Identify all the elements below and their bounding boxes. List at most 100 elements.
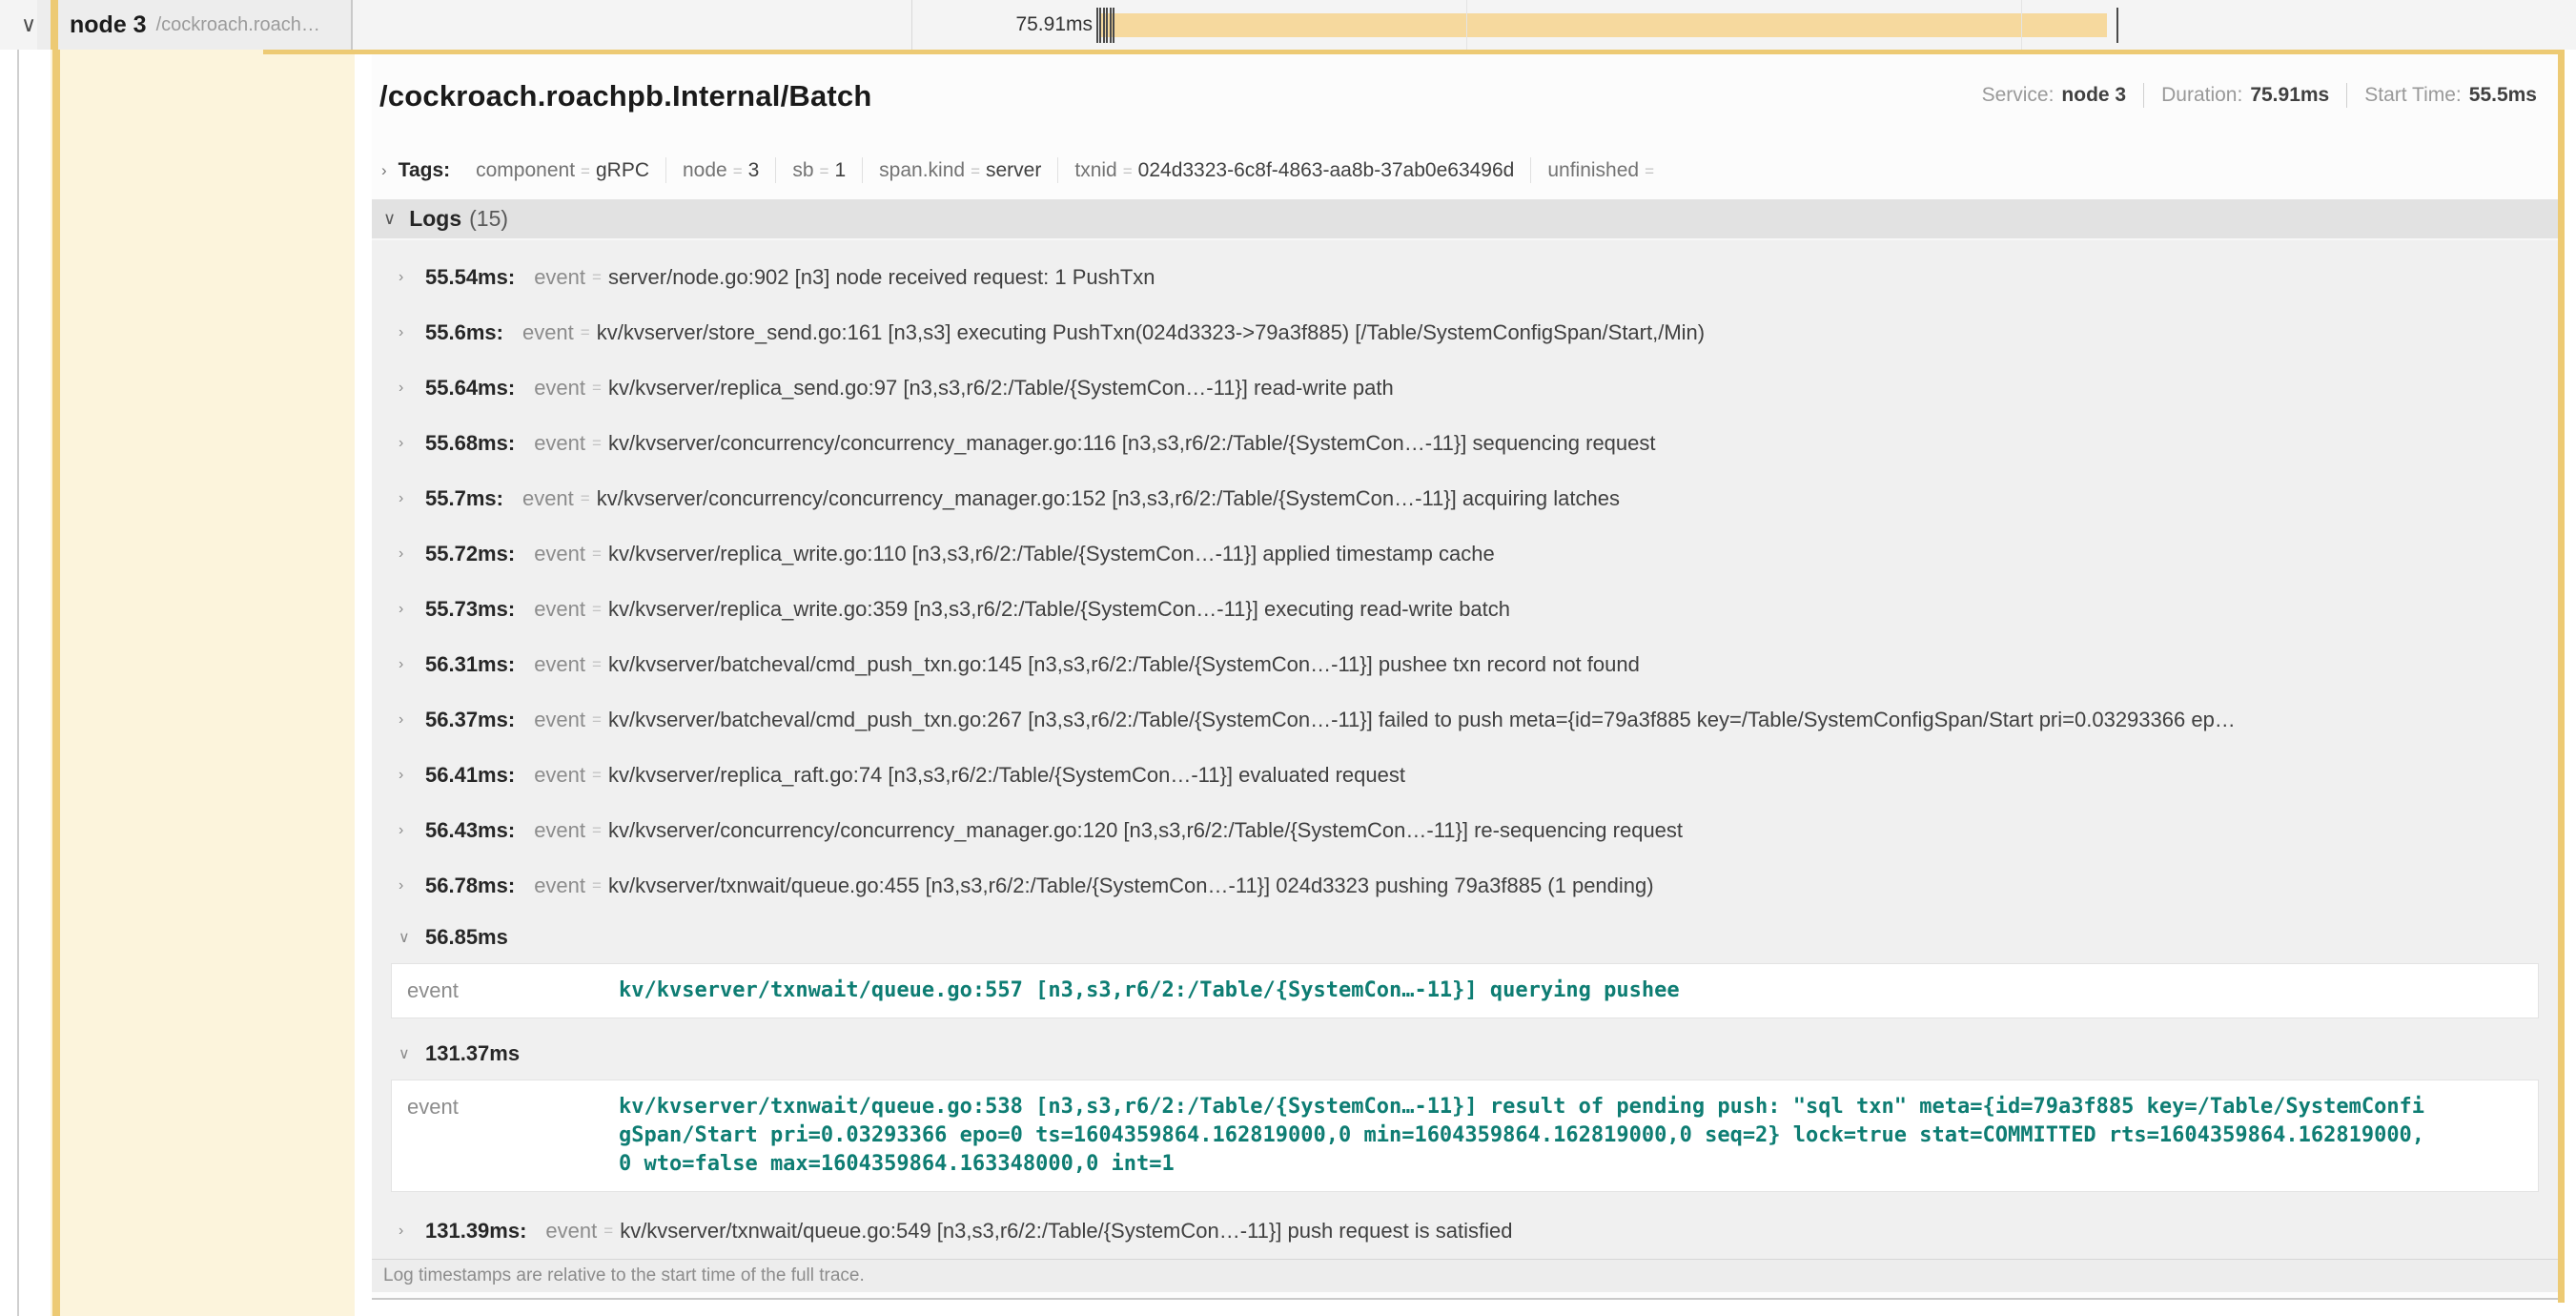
meta-label: Start Time: <box>2364 84 2462 107</box>
span-color-accent <box>51 0 58 50</box>
log-equals: = <box>592 545 602 564</box>
tag-equals: = <box>820 162 829 180</box>
tag-key: txnid <box>1074 159 1116 181</box>
chevron-right-icon[interactable]: › <box>399 435 416 452</box>
log-timestamp: 55.72ms: <box>425 542 515 566</box>
log-timestamp: 56.31ms: <box>425 652 515 677</box>
tag-item[interactable]: txnid=024d3323-6c8f-4863-aa8b-37ab0e6349… <box>1057 157 1530 183</box>
log-field-value: kv/kvserver/txnwait/queue.go:549 [n3,s3,… <box>620 1219 1512 1244</box>
log-entry-row[interactable]: ›55.6ms:event=kv/kvserver/store_send.go:… <box>372 305 2558 360</box>
log-timestamp: 56.41ms: <box>425 763 515 788</box>
log-timestamp: 55.7ms: <box>425 486 503 511</box>
log-entry-row[interactable]: ›55.68ms:event=kv/kvserver/concurrency/c… <box>372 416 2558 471</box>
log-entry-row[interactable]: ›55.7ms:event=kv/kvserver/concurrency/co… <box>372 471 2558 526</box>
log-field-value: kv/kvserver/txnwait/queue.go:455 [n3,s3,… <box>608 874 1654 898</box>
chevron-down-icon[interactable]: ∨ <box>21 0 36 50</box>
log-entry-row[interactable]: ›55.72ms:event=kv/kvserver/replica_write… <box>372 526 2558 582</box>
chevron-right-icon[interactable]: › <box>399 767 416 784</box>
log-field-key: event <box>534 874 585 898</box>
chevron-right-icon[interactable]: › <box>399 656 416 673</box>
chevron-right-icon[interactable]: › <box>399 601 416 618</box>
log-entry-row[interactable]: ›56.78ms:event=kv/kvserver/txnwait/queue… <box>372 858 2558 914</box>
log-timestamp: 55.73ms: <box>425 597 515 622</box>
span-color-accent <box>52 50 60 1316</box>
log-field-key: event <box>534 376 585 401</box>
log-timestamp: 131.39ms: <box>425 1219 526 1244</box>
log-timestamp: 131.37ms <box>425 1041 520 1066</box>
log-entry-header[interactable]: ∨ 56.85ms <box>372 914 2558 961</box>
log-field-value: kv/kvserver/concurrency/concurrency_mana… <box>608 818 1683 843</box>
span-timeline[interactable]: 75.91ms <box>911 0 2576 50</box>
span-detail-header: /cockroach.roachpb.Internal/Batch Servic… <box>372 54 2558 140</box>
log-field-key: event <box>522 486 574 511</box>
log-field-key: event <box>522 320 574 345</box>
log-entry-row[interactable]: ›56.41ms:event=kv/kvserver/replica_raft.… <box>372 748 2558 803</box>
chevron-right-icon[interactable]: › <box>381 161 387 180</box>
log-field-value: kv/kvserver/batcheval/cmd_push_txn.go:26… <box>608 708 2236 732</box>
chevron-right-icon[interactable]: › <box>399 1223 416 1240</box>
log-field-key: event <box>534 818 585 843</box>
log-keyvalue-table: eventkv/kvserver/txnwait/queue.go:538 [n… <box>391 1080 2539 1192</box>
log-equals: = <box>592 655 602 674</box>
meta-label: Service: <box>1982 84 2055 107</box>
chevron-down-icon[interactable]: ∨ <box>383 209 396 229</box>
tag-key: span.kind <box>879 159 965 181</box>
tag-key: component <box>476 159 575 181</box>
log-equals: = <box>581 489 590 508</box>
log-entry-row[interactable]: ›55.54ms:event=server/node.go:902 [n3] n… <box>372 250 2558 305</box>
tag-equals: = <box>733 162 743 180</box>
tag-equals: = <box>1123 162 1133 180</box>
meta-value: node 3 <box>2061 84 2126 107</box>
chevron-right-icon[interactable]: › <box>399 324 416 341</box>
meta-label: Duration: <box>2161 84 2242 107</box>
log-timestamp: 55.64ms: <box>425 376 515 401</box>
timeline-gridline <box>2021 0 2022 50</box>
span-detail-panel: /cockroach.roachpb.Internal/Batch Servic… <box>372 54 2558 1300</box>
tag-key: node <box>683 159 727 181</box>
log-field-value: kv/kvserver/concurrency/concurrency_mana… <box>608 431 1656 456</box>
detail-panel-right-border <box>2558 50 2565 1303</box>
tag-item[interactable]: component=gRPC <box>460 157 665 183</box>
log-field-key: event <box>392 1093 619 1121</box>
tag-value: 3 <box>748 159 760 181</box>
logs-section-header[interactable]: ∨ Logs (15) <box>372 199 2558 240</box>
log-entry-row[interactable]: ›55.73ms:event=kv/kvserver/replica_write… <box>372 582 2558 637</box>
log-entry-row[interactable]: ›131.39ms:event=kv/kvserver/txnwait/queu… <box>372 1203 2558 1259</box>
chevron-right-icon[interactable]: › <box>399 545 416 563</box>
tag-item[interactable]: node = 3 <box>665 157 775 183</box>
log-event-tick <box>1099 8 1101 43</box>
chevron-right-icon[interactable]: › <box>399 877 416 894</box>
span-name-tab[interactable]: node 3 /cockroach.roach… <box>37 0 353 50</box>
span-row[interactable]: ∨ node 3 /cockroach.roach… 75.91ms <box>0 0 2576 50</box>
log-field-value: kv/kvserver/replica_write.go:359 [n3,s3,… <box>608 597 1510 622</box>
meta-separator <box>2346 83 2347 108</box>
log-field-key: event <box>534 652 585 677</box>
log-timestamp: 56.78ms: <box>425 874 515 898</box>
chevron-right-icon[interactable]: › <box>399 380 416 397</box>
chevron-down-icon[interactable]: ∨ <box>399 928 416 947</box>
log-entry-row[interactable]: ›56.37ms:event=kv/kvserver/batcheval/cmd… <box>372 692 2558 748</box>
log-timestamp: 56.85ms <box>425 925 508 950</box>
span-duration-bar[interactable] <box>1099 13 2106 37</box>
log-timestamp: 55.54ms: <box>425 265 515 290</box>
chevron-right-icon[interactable]: › <box>399 490 416 507</box>
tag-item[interactable]: unfinished= <box>1530 157 1676 183</box>
log-event-tick <box>1110 8 1112 43</box>
log-entry-row[interactable]: ›55.64ms:event=kv/kvserver/replica_send.… <box>372 360 2558 416</box>
log-keyvalue-table: eventkv/kvserver/txnwait/queue.go:557 [n… <box>391 963 2539 1018</box>
log-entry-row[interactable]: ›56.31ms:event=kv/kvserver/batcheval/cmd… <box>372 637 2558 692</box>
span-row-tint-column <box>51 50 355 1316</box>
chevron-right-icon[interactable]: › <box>399 711 416 729</box>
tag-item[interactable]: span.kind=server <box>862 157 1057 183</box>
chevron-right-icon[interactable]: › <box>399 822 416 839</box>
log-entry-header[interactable]: ∨ 131.37ms <box>372 1030 2558 1078</box>
chevron-right-icon[interactable]: › <box>399 269 416 286</box>
chevron-down-icon[interactable]: ∨ <box>399 1044 416 1063</box>
log-equals: = <box>581 323 590 342</box>
log-event-tick <box>2116 8 2118 43</box>
span-service-name: node 3 <box>70 11 147 39</box>
log-entry-row[interactable]: ›56.43ms:event=kv/kvserver/concurrency/c… <box>372 803 2558 858</box>
tag-equals: = <box>1645 162 1654 180</box>
tags-row[interactable]: › Tags: component=gRPCnode=3sb=1span.kin… <box>381 159 2558 182</box>
tag-item[interactable]: sb=1 <box>775 157 862 183</box>
